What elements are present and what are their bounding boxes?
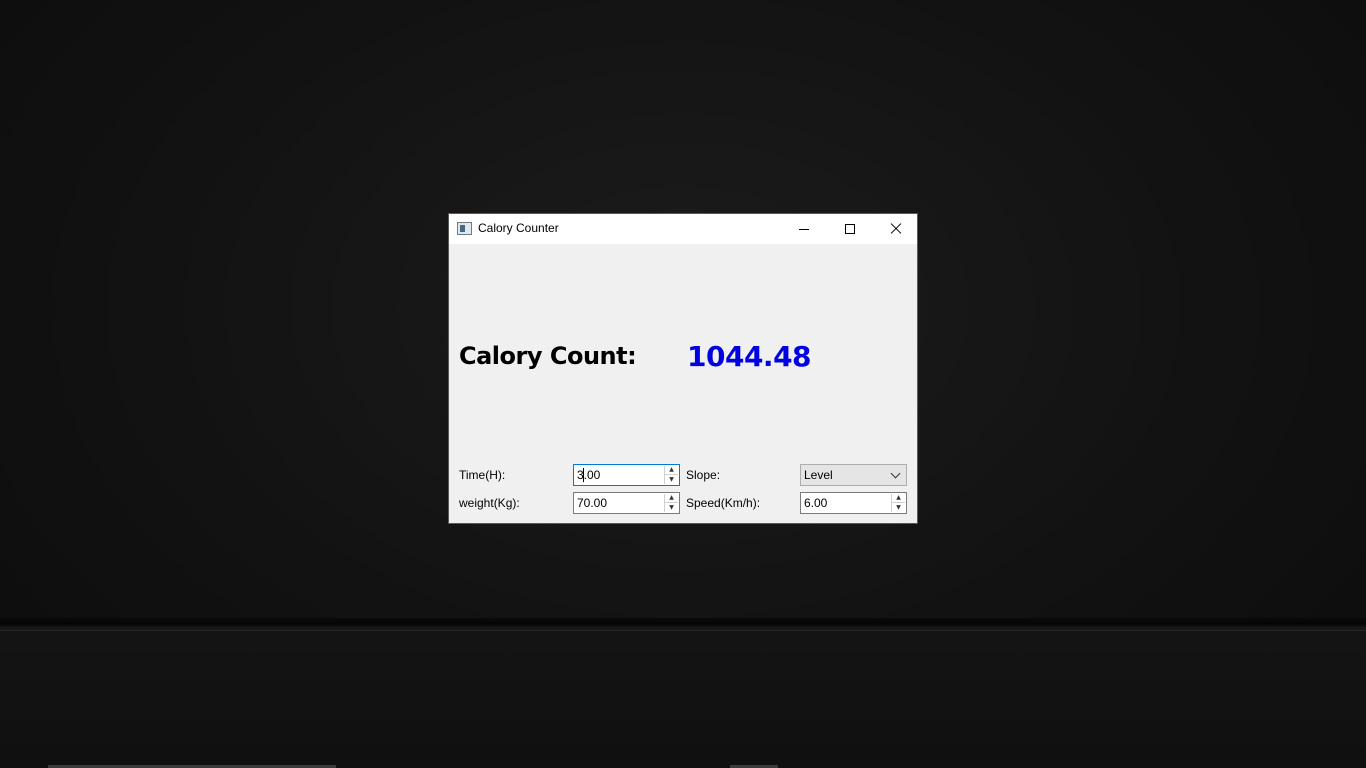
time-value[interactable]: 3.00 (577, 468, 600, 482)
desktop-texture-seam (0, 618, 1366, 768)
close-button[interactable] (873, 214, 919, 244)
maximize-icon (845, 224, 855, 234)
weight-spinbox[interactable]: 70.00 ▲ ▼ (573, 492, 680, 514)
weight-label: weight(Kg): (459, 496, 520, 510)
calory-count-label: Calory Count: (459, 342, 637, 370)
slope-selected-value: Level (804, 468, 833, 482)
close-icon (890, 223, 902, 235)
slope-label: Slope: (686, 468, 721, 482)
maximize-button[interactable] (827, 214, 873, 244)
speed-spin-buttons: ▲ ▼ (891, 494, 905, 512)
speed-label: Speed(Km/h): (686, 496, 761, 510)
chevron-down-icon (890, 468, 901, 479)
speed-value[interactable]: 6.00 (804, 496, 827, 510)
slope-dropdown[interactable]: Level (800, 464, 907, 486)
weight-spin-buttons: ▲ ▼ (664, 494, 678, 512)
app-window-icon (457, 222, 472, 235)
time-label: Time(H): (459, 468, 506, 482)
weight-increment-button[interactable]: ▲ (665, 494, 678, 503)
time-spinbox[interactable]: 3.00 ▲ ▼ (573, 464, 680, 486)
speed-increment-button[interactable]: ▲ (892, 494, 905, 503)
speed-decrement-button[interactable]: ▼ (892, 503, 905, 512)
title-bar[interactable]: Calory Counter (449, 214, 917, 244)
text-caret (583, 468, 584, 482)
minimize-button[interactable] (781, 214, 827, 244)
speed-spinbox[interactable]: 6.00 ▲ ▼ (800, 492, 907, 514)
weight-value[interactable]: 70.00 (577, 496, 607, 510)
window-title: Calory Counter (478, 221, 559, 235)
calory-count-value: 1044.48 (687, 340, 812, 373)
minimize-icon (799, 228, 809, 230)
time-spin-buttons: ▲ ▼ (664, 466, 678, 484)
time-decrement-button[interactable]: ▼ (665, 475, 678, 484)
time-increment-button[interactable]: ▲ (665, 466, 678, 475)
weight-decrement-button[interactable]: ▼ (665, 503, 678, 512)
calory-counter-window: Calory Counter Calory Count: 1044.48 Tim… (448, 213, 918, 524)
